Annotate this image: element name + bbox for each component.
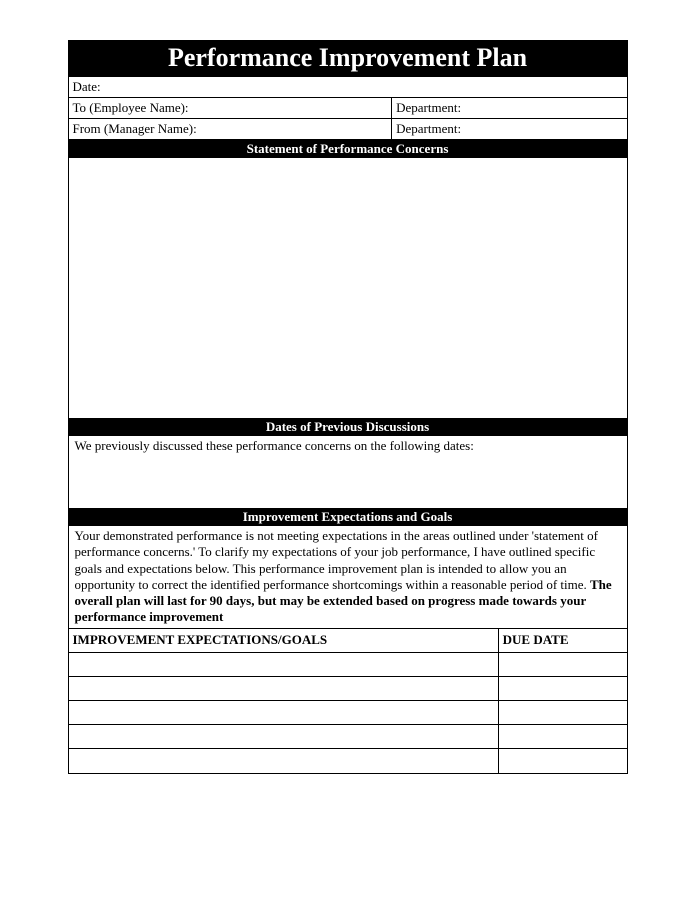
table-row: [69, 677, 627, 701]
goal-cell: [69, 749, 499, 773]
prev-discussions-header: Dates of Previous Discussions: [69, 418, 627, 436]
from-dept-label: Department:: [392, 119, 626, 139]
goal-cell: [69, 653, 499, 677]
due-date-cell: [498, 653, 626, 677]
from-row: From (Manager Name): Department:: [69, 119, 627, 140]
to-label: To (Employee Name):: [69, 98, 393, 118]
goals-table-header-row: IMPROVEMENT EXPECTATIONS/GOALS DUE DATE: [69, 629, 627, 653]
page-title: Performance Improvement Plan: [69, 41, 627, 77]
goal-cell: [69, 701, 499, 725]
to-dept-label: Department:: [392, 98, 626, 118]
date-row: Date:: [69, 77, 627, 98]
goals-header: Improvement Expectations and Goals: [69, 508, 627, 526]
goal-cell: [69, 725, 499, 749]
concerns-area: [69, 158, 627, 418]
goals-col1-header: IMPROVEMENT EXPECTATIONS/GOALS: [69, 629, 499, 653]
date-label: Date:: [69, 77, 627, 97]
goals-table: IMPROVEMENT EXPECTATIONS/GOALS DUE DATE: [69, 629, 627, 773]
goals-intro-regular: Your demonstrated performance is not mee…: [75, 528, 598, 592]
goals-col2-header: DUE DATE: [498, 629, 626, 653]
table-row: [69, 725, 627, 749]
due-date-cell: [498, 701, 626, 725]
prev-discussions-text: We previously discussed these performanc…: [69, 436, 627, 508]
goal-cell: [69, 677, 499, 701]
table-row: [69, 701, 627, 725]
concerns-header: Statement of Performance Concerns: [69, 140, 627, 158]
table-row: [69, 749, 627, 773]
goals-intro: Your demonstrated performance is not mee…: [69, 526, 627, 629]
due-date-cell: [498, 677, 626, 701]
to-row: To (Employee Name): Department:: [69, 98, 627, 119]
document-page: Performance Improvement Plan Date: To (E…: [68, 40, 628, 774]
from-label: From (Manager Name):: [69, 119, 393, 139]
due-date-cell: [498, 749, 626, 773]
due-date-cell: [498, 725, 626, 749]
table-row: [69, 653, 627, 677]
